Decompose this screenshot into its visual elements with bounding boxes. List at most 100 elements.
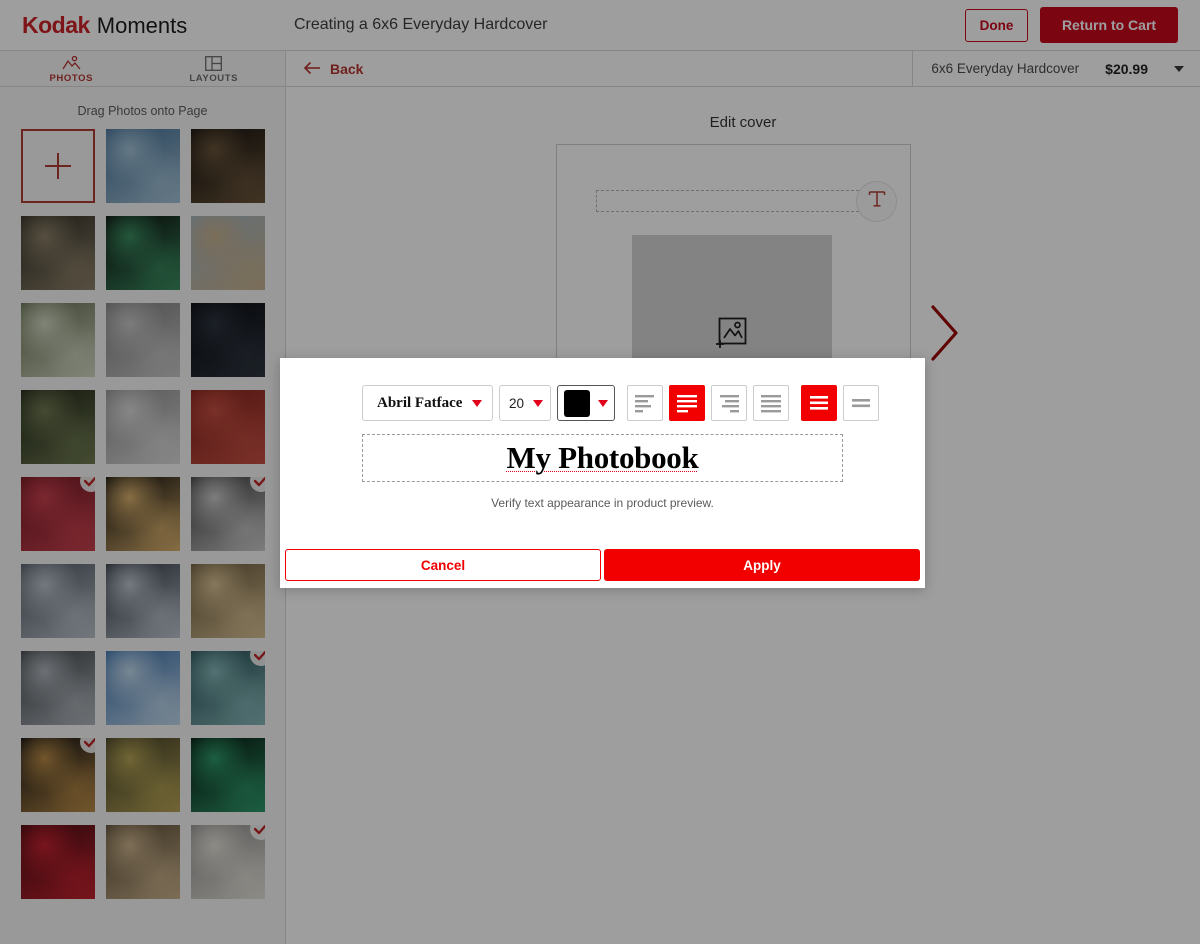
- thumbnail-image: [20, 390, 95, 464]
- font-family-value: Abril Fatface: [377, 394, 463, 411]
- thumb-green-bokeh[interactable]: [105, 216, 180, 290]
- thumb-open-road[interactable]: [20, 651, 95, 725]
- preview-hint: Verify text appearance in product previe…: [491, 496, 714, 510]
- back-button[interactable]: Back: [304, 61, 363, 77]
- thumbnail-image: [105, 303, 180, 377]
- arrow-left-icon: [304, 61, 321, 77]
- thumb-green-abstract[interactable]: [190, 738, 265, 812]
- caret-down-icon: [598, 399, 608, 407]
- thumb-elder-portrait[interactable]: [190, 477, 265, 551]
- modal-footer: Cancel Apply: [285, 549, 920, 581]
- brand-kodak: Kodak: [22, 11, 90, 38]
- text-format-toolbar: Abril Fatface 20: [280, 358, 925, 421]
- thumbnail-image: [105, 129, 180, 203]
- text-edit-modal: Abril Fatface 20 My Photobook Verify tex…: [280, 358, 925, 588]
- editor-subbar: Back 6x6 Everyday Hardcover $20.99: [286, 51, 1200, 87]
- thumb-horse-mane[interactable]: [190, 216, 265, 290]
- chevron-down-icon[interactable]: [1174, 65, 1184, 72]
- align-left-icon[interactable]: [669, 385, 705, 421]
- thumbnail-image: [20, 216, 95, 290]
- font-size-value: 20: [509, 395, 525, 411]
- text-tool-icon: [867, 189, 887, 214]
- header-actions: Done Return to Cart: [965, 7, 1178, 43]
- tab-layouts-label: LAYOUTS: [189, 72, 239, 84]
- thumbnail-image: [20, 303, 95, 377]
- thumb-blue-sky[interactable]: [105, 651, 180, 725]
- thumb-hands-teal[interactable]: [190, 651, 265, 725]
- thumb-blue-mosaic[interactable]: [105, 129, 180, 203]
- text-tool-button[interactable]: [856, 181, 897, 222]
- thumb-city-reflection[interactable]: [20, 738, 95, 812]
- thumb-dog-yorkie[interactable]: [105, 825, 180, 899]
- thumbnail-image: [105, 738, 180, 812]
- thumbnail-image: [190, 129, 265, 203]
- done-button[interactable]: Done: [965, 8, 1028, 42]
- thumbnail-image: [105, 216, 180, 290]
- drag-photos-hint: Drag Photos onto Page: [77, 104, 208, 118]
- brand-moments: Moments: [96, 12, 188, 38]
- thumb-space-needle[interactable]: [20, 564, 95, 638]
- thumb-red-lines[interactable]: [20, 825, 95, 899]
- app-header: Kodak Moments Creating a 6x6 Everyday Ha…: [0, 0, 1200, 51]
- thumb-red-door[interactable]: [190, 390, 265, 464]
- align-left-ragged-icon[interactable]: [627, 385, 663, 421]
- thumb-dandelion[interactable]: [20, 303, 95, 377]
- thumb-warm-bokeh[interactable]: [105, 477, 180, 551]
- font-size-select[interactable]: 20: [499, 385, 551, 421]
- add-image-icon: [715, 317, 749, 354]
- caret-down-icon: [533, 399, 543, 407]
- product-info[interactable]: 6x6 Everyday Hardcover $20.99: [912, 51, 1200, 86]
- thumbnail-image: [190, 216, 265, 290]
- brand-logo: Kodak Moments: [22, 12, 286, 39]
- thumbnail-image: [105, 651, 180, 725]
- thumbnail-image: [190, 390, 265, 464]
- cancel-button[interactable]: Cancel: [285, 549, 601, 581]
- thumb-autumn-stream[interactable]: [105, 738, 180, 812]
- tab-layouts[interactable]: LAYOUTS: [143, 51, 286, 86]
- canvas-title: Edit cover: [709, 114, 777, 131]
- thumb-city-skyline-night[interactable]: [190, 129, 265, 203]
- thumbnail-image: [20, 564, 95, 638]
- chevron-right-icon: [930, 305, 960, 366]
- valign-middle-icon[interactable]: [843, 385, 879, 421]
- color-swatch: [564, 389, 590, 417]
- thumb-pencil-notebook[interactable]: [190, 825, 265, 899]
- thumbnail-image: [20, 651, 95, 725]
- thumbnail-image: [20, 825, 95, 899]
- product-price: $20.99: [1105, 60, 1148, 77]
- thumb-woman-stripes[interactable]: [105, 564, 180, 638]
- next-page-button[interactable]: [930, 304, 960, 367]
- thumb-guitar-hands[interactable]: [20, 216, 95, 290]
- thumbnail-image: [190, 738, 265, 812]
- add-photos-tile[interactable]: [20, 129, 95, 203]
- return-to-cart-button[interactable]: Return to Cart: [1040, 7, 1178, 43]
- font-color-select[interactable]: [557, 385, 615, 421]
- photos-icon: [62, 55, 81, 71]
- font-family-select[interactable]: Abril Fatface: [362, 385, 493, 421]
- thumbnail-image: [190, 564, 265, 638]
- tab-photos-label: PHOTOS: [49, 72, 94, 84]
- thumb-red-texture[interactable]: [20, 477, 95, 551]
- tab-photos[interactable]: PHOTOS: [0, 51, 143, 86]
- text-preview-box[interactable]: My Photobook: [362, 434, 843, 482]
- thumbnail-image: [105, 390, 180, 464]
- photos-sidebar: PHOTOS LAYOUTS Drag Photos onto Page: [0, 51, 286, 944]
- text-preview-value: My Photobook: [506, 440, 699, 475]
- apply-button[interactable]: Apply: [604, 549, 920, 581]
- thumbnail-image: [105, 477, 180, 551]
- thumb-food-board[interactable]: [190, 564, 265, 638]
- sidebar-tabs: PHOTOS LAYOUTS: [0, 51, 285, 87]
- align-justify-icon[interactable]: [753, 385, 789, 421]
- valign-top-icon[interactable]: [801, 385, 837, 421]
- cover-text-slot[interactable]: [596, 190, 864, 212]
- thumbnail-image: [190, 303, 265, 377]
- caret-down-icon: [472, 399, 482, 407]
- back-button-label: Back: [330, 60, 364, 77]
- app-root: Kodak Moments Creating a 6x6 Everyday Ha…: [0, 0, 1200, 944]
- product-name: 6x6 Everyday Hardcover: [931, 61, 1080, 76]
- thumb-dark-portrait[interactable]: [190, 303, 265, 377]
- align-right-icon[interactable]: [711, 385, 747, 421]
- thumb-forest-path[interactable]: [20, 390, 95, 464]
- thumb-wind-turbines[interactable]: [105, 390, 180, 464]
- thumb-heart-sculpture[interactable]: [105, 303, 180, 377]
